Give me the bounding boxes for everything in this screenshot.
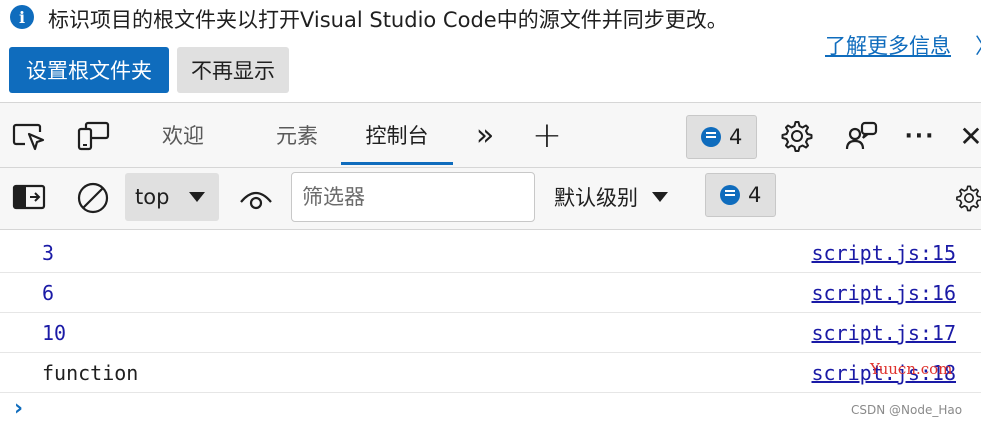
- message-bubble-icon: [701, 127, 721, 147]
- live-expression-eye-icon[interactable]: [236, 179, 276, 217]
- caret-down-icon: [652, 192, 668, 202]
- author-watermark: CSDN @Node_Hao: [851, 403, 963, 417]
- console-message: function script.js:18: [0, 353, 981, 393]
- filter-issues-badge[interactable]: 4: [705, 173, 776, 217]
- inspect-element-icon[interactable]: [10, 119, 48, 153]
- dont-show-again-button[interactable]: 不再显示: [177, 47, 289, 93]
- learn-more-link[interactable]: 了解更多信息: [825, 30, 951, 60]
- tab-welcome[interactable]: 欢迎: [150, 103, 216, 167]
- add-tab-icon[interactable]: +: [529, 113, 565, 157]
- console-source-link[interactable]: script.js:17: [812, 321, 957, 345]
- console-source-link[interactable]: script.js:15: [812, 241, 957, 265]
- info-icon: i: [10, 5, 34, 29]
- tab-console[interactable]: 控制台: [341, 103, 453, 167]
- console-message: 3 script.js:15: [0, 233, 981, 273]
- console-source-link[interactable]: script.js:16: [812, 281, 957, 305]
- site-watermark: Yuucn.com: [870, 360, 953, 378]
- issues-badge[interactable]: 4: [686, 115, 757, 159]
- console-message: 10 script.js:17: [0, 313, 981, 353]
- issues-count: 4: [729, 125, 743, 149]
- caret-down-icon: [189, 192, 205, 202]
- tab-elements[interactable]: 元素: [264, 103, 330, 167]
- feedback-icon[interactable]: [842, 117, 880, 155]
- console-message-text: 3: [42, 241, 55, 265]
- device-emulation-icon[interactable]: [74, 119, 112, 153]
- console-filter-bar: top 默认级别 4: [0, 168, 981, 230]
- chevron-right-icon[interactable]: 〉: [975, 30, 981, 60]
- context-select[interactable]: top: [125, 173, 219, 221]
- devtools-toolbar: 欢迎 元素 控制台 » + 4 ··· ✕: [0, 102, 981, 168]
- filter-issues-count: 4: [748, 183, 762, 207]
- log-levels-dropdown[interactable]: 默认级别: [554, 173, 668, 221]
- console-prompt-icon[interactable]: ›: [14, 396, 23, 421]
- context-value: top: [135, 185, 170, 209]
- console-message-text: 10: [42, 321, 67, 345]
- more-options-icon[interactable]: ···: [900, 117, 940, 155]
- info-banner: i 标识项目的根文件夹以打开Visual Studio Code中的源文件并同步…: [0, 0, 981, 100]
- console-settings-gear-icon[interactable]: [954, 179, 981, 217]
- log-levels-label: 默认级别: [554, 186, 638, 210]
- console-message-text: 6: [42, 281, 55, 305]
- console-output: 3 script.js:15 6 script.js:16 10 script.…: [0, 230, 981, 426]
- message-bubble-icon: [720, 185, 740, 205]
- show-sidebar-icon[interactable]: [11, 182, 47, 212]
- close-icon[interactable]: ✕: [956, 117, 981, 155]
- settings-gear-icon[interactable]: [778, 117, 816, 155]
- banner-message: 标识项目的根文件夹以打开Visual Studio Code中的源文件并同步更改…: [48, 8, 728, 32]
- set-root-folder-button[interactable]: 设置根文件夹: [9, 47, 169, 93]
- console-message-text: function: [42, 361, 139, 385]
- filter-input[interactable]: [291, 172, 535, 222]
- console-message: 6 script.js:16: [0, 273, 981, 313]
- more-tabs-icon[interactable]: »: [470, 115, 500, 155]
- clear-console-icon[interactable]: [74, 179, 112, 217]
